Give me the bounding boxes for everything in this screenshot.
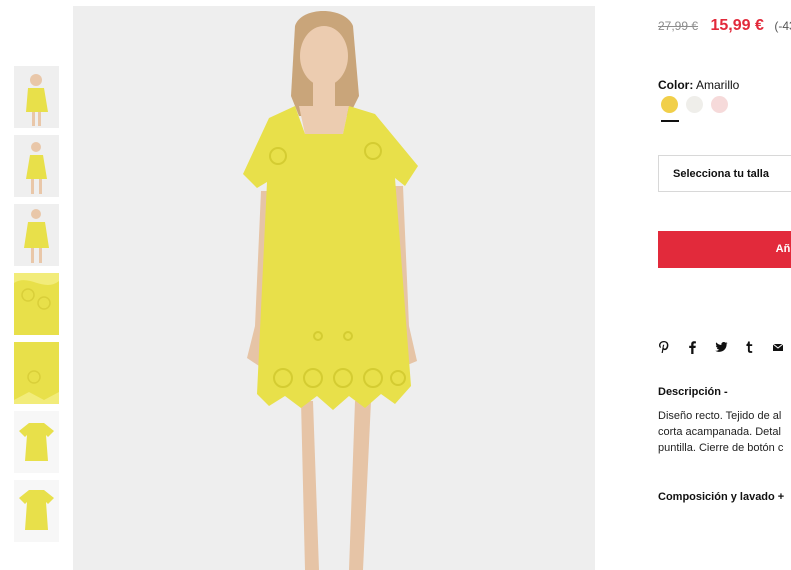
tumblr-icon[interactable] xyxy=(743,340,755,354)
old-price: 27,99 € xyxy=(658,19,699,33)
share-icons xyxy=(658,340,791,359)
twitter-icon[interactable] xyxy=(715,340,728,354)
thumbnail-list xyxy=(14,66,60,549)
thumbnail-3[interactable] xyxy=(14,204,59,266)
size-select[interactable]: Selecciona tu talla xyxy=(658,155,791,192)
swatch-pink[interactable] xyxy=(711,96,728,113)
thumbnail-5[interactable] xyxy=(14,342,59,404)
discount-badge: (-43 xyxy=(774,19,791,33)
description-line: Diseño recto. Tejido de al xyxy=(658,410,782,422)
description-line: corta acampanada. Detal xyxy=(658,426,781,438)
mail-icon[interactable] xyxy=(772,340,784,354)
color-value: Amarillo xyxy=(696,78,740,92)
price-row: 27,99 € 15,99 € (-43 xyxy=(658,17,791,35)
add-to-cart-button[interactable]: Añ xyxy=(658,231,791,268)
description-text: Diseño recto. Tejido de al corta acampan… xyxy=(658,408,791,456)
color-selection-label: Color: Amarillo xyxy=(658,78,739,92)
thumbnail-4[interactable] xyxy=(14,273,59,335)
product-main-image[interactable] xyxy=(73,6,595,570)
description-title[interactable]: Descripción - xyxy=(658,386,728,398)
description-line: puntilla. Cierre de botón c xyxy=(658,442,784,454)
pinterest-icon[interactable] xyxy=(658,340,670,354)
thumbnail-2[interactable] xyxy=(14,135,59,197)
swatch-yellow[interactable] xyxy=(661,96,678,113)
composition-toggle[interactable]: Composición y lavado + xyxy=(658,491,784,503)
color-label: Color: xyxy=(658,78,694,92)
swatch-white[interactable] xyxy=(686,96,703,113)
thumbnail-1[interactable] xyxy=(14,66,59,128)
thumbnail-6[interactable] xyxy=(14,411,59,473)
thumbnail-7[interactable] xyxy=(14,480,59,542)
sale-price: 15,99 € xyxy=(710,17,764,34)
color-swatches xyxy=(661,96,736,118)
facebook-icon[interactable] xyxy=(686,340,698,354)
selected-swatch-indicator xyxy=(661,120,679,122)
